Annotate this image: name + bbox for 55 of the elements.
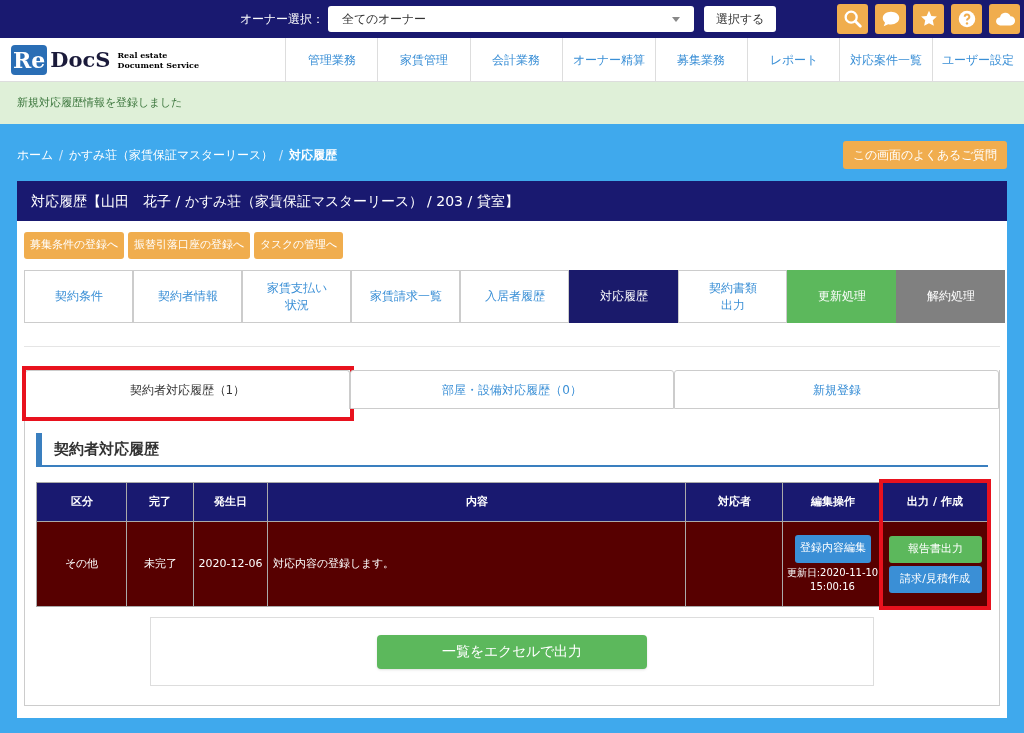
nav-link[interactable]: 会計業務 (469, 38, 563, 81)
table-cell: 対応内容の登録します。 (267, 521, 686, 607)
tab[interactable]: 更新処理 (787, 270, 896, 323)
panel-title: 対応履歴【山田 花子 / かすみ荘（家賃保証マスターリース） / 203 / 貸室】 (17, 181, 1007, 221)
column-header: 内容 (267, 482, 686, 522)
nav-link[interactable]: レポート (746, 38, 840, 81)
sub-tab[interactable]: 契約者対応履歴（1） (25, 370, 350, 409)
nav-link[interactable]: ユーザー設定 (931, 38, 1024, 81)
nav-link[interactable]: 家賃管理 (377, 38, 470, 81)
sub-tab[interactable]: 新規登録 (674, 370, 999, 409)
column-header: 区分 (36, 482, 127, 522)
tab[interactable]: 家賃請求一覧 (351, 270, 460, 323)
tab[interactable]: 契約者情報 (133, 270, 242, 323)
help-button[interactable] (951, 4, 982, 34)
column-header: 完了 (126, 482, 194, 522)
tab[interactable]: 契約書類 出力 (678, 270, 787, 323)
faq-button[interactable]: この画面のよくあるご質問 (843, 141, 1007, 169)
breadcrumb-link[interactable]: ホーム (17, 146, 53, 164)
breadcrumb-separator: / (279, 147, 284, 164)
star-button[interactable] (913, 4, 944, 34)
tab[interactable]: 家賃支払い 状況 (242, 270, 351, 323)
nav-link[interactable]: オーナー精算 (562, 38, 655, 81)
section-heading: 契約者対応履歴 (36, 433, 988, 467)
success-message: 新規対応履歴情報を登録しました (0, 82, 1024, 124)
tab[interactable]: 対応履歴 (569, 270, 678, 323)
breadcrumb-link[interactable]: かすみ荘（家賃保証マスターリース） (69, 146, 274, 164)
nav-link[interactable]: 対応案件一覧 (839, 38, 932, 81)
action-button[interactable]: タスクの管理へ (254, 232, 343, 259)
tab[interactable]: 入居者履歴 (460, 270, 569, 323)
table-cell: その他 (36, 521, 127, 607)
nav-link[interactable]: 募集業務 (654, 38, 747, 81)
excel-export-button[interactable]: 一覧をエクセルで出力 (377, 634, 647, 669)
breadcrumb-separator: / (59, 147, 64, 164)
estimate-button[interactable]: 請求/見積作成 (888, 565, 982, 593)
table-cell: 2020-12-06 (193, 521, 268, 607)
tab[interactable]: 契約条件 (24, 270, 133, 323)
select-button[interactable]: 選択する (704, 6, 776, 32)
nav-link[interactable]: 管理業務 (285, 38, 378, 81)
search-button[interactable] (837, 4, 868, 34)
current-page-label: 対応履歴 (289, 147, 338, 164)
report-button[interactable]: 報告書出力 (888, 535, 982, 563)
sub-tab[interactable]: 部屋・設備対応履歴（0） (349, 370, 675, 409)
tab[interactable]: 解約処理 (896, 270, 1005, 323)
table-cell: 未完了 (126, 521, 194, 607)
updated-date: 更新日:2020-11-10 15:00:16 (786, 565, 879, 594)
column-header: 発生日 (193, 482, 268, 522)
cloud-button[interactable] (989, 4, 1020, 34)
owner-select[interactable]: 全てのオーナー (328, 6, 694, 32)
action-button[interactable]: 募集条件の登録へ (24, 232, 124, 259)
column-header: 対応者 (685, 482, 783, 522)
chat-bubble-button[interactable] (875, 4, 906, 34)
action-button[interactable]: 振替引落口座の登録へ (128, 232, 250, 259)
owner-label: オーナー選択： (240, 11, 324, 28)
edit-button[interactable]: 登録内容編集 (794, 534, 871, 563)
dropdown-caret-icon (672, 16, 680, 22)
